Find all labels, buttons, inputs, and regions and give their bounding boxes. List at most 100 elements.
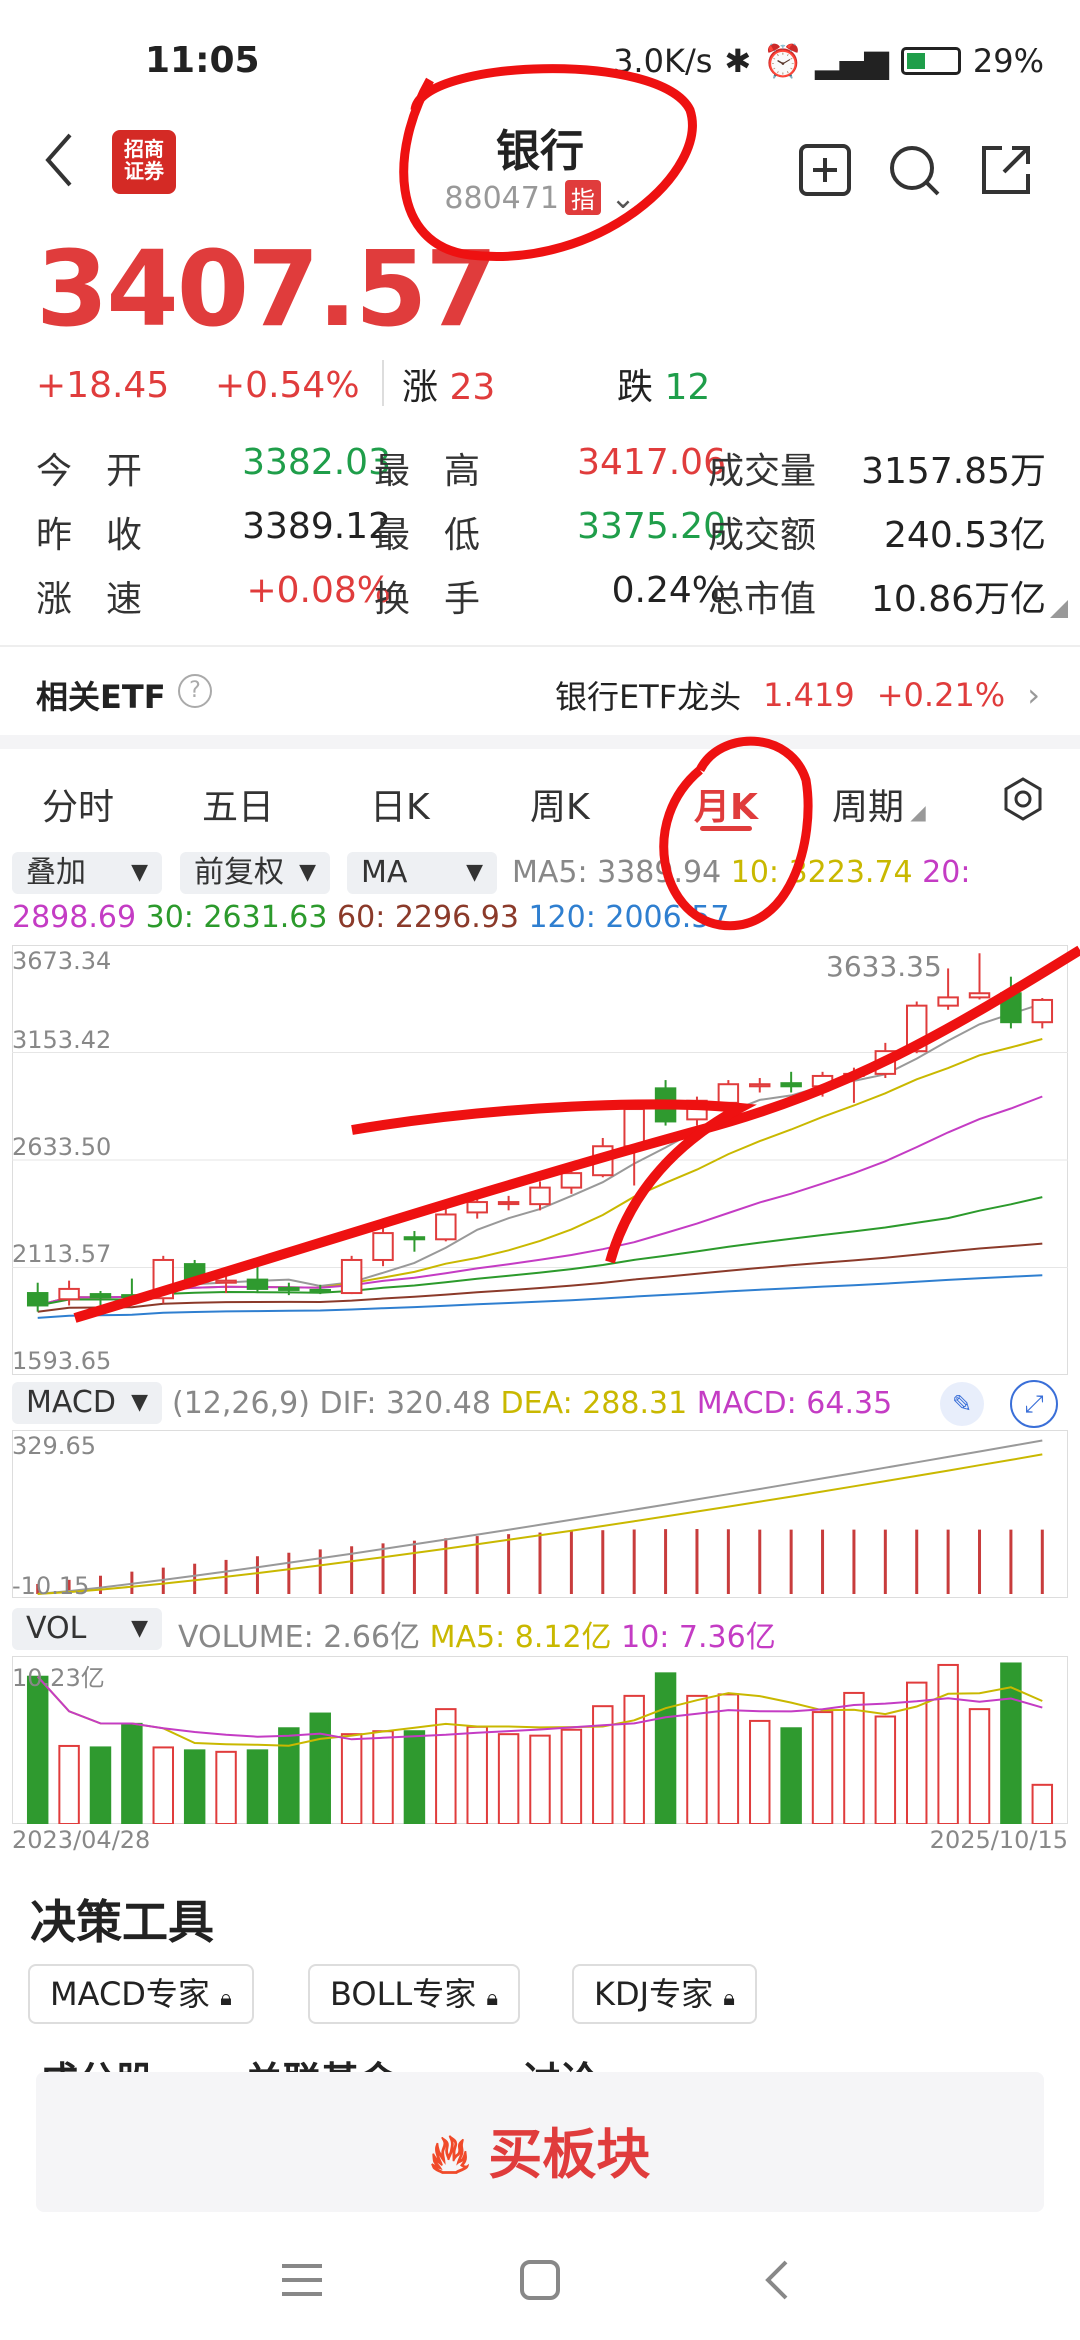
candle [686, 1096, 708, 1126]
candle-body [89, 1293, 112, 1299]
stat-value: 3389.12 [242, 506, 391, 547]
volume-bar [654, 1672, 677, 1824]
high-marker: 3633.35 [826, 950, 942, 983]
stat-value: +0.08% [246, 570, 391, 611]
decision-tools-title: 决策工具 [30, 1895, 214, 1949]
boll-expert-button[interactable]: BOLL专家 🔒︎ [308, 1964, 521, 2024]
tab-daily-k[interactable]: 日K [370, 778, 430, 830]
candle [905, 1001, 928, 1054]
candle [26, 1282, 49, 1312]
macd-expert-button[interactable]: MACD专家 🔒︎ [28, 1964, 254, 2024]
advancers-count: 23 [449, 367, 496, 408]
candle [780, 1071, 802, 1093]
stat-label: 换手 [374, 579, 515, 620]
lock-icon: 🔒︎ [723, 1986, 735, 2011]
volume-bar [372, 1730, 394, 1824]
candle [215, 1272, 237, 1294]
status-icons: 3.0K/s ✱ ⏰ ▂▄▆ 29% [613, 42, 1044, 80]
active-tab-indicator [700, 826, 752, 831]
stat-label: 今开 [36, 451, 177, 492]
macd-dropdown[interactable]: MACD ▼ [12, 1382, 162, 1424]
volume-bar [780, 1727, 802, 1824]
candle [843, 1067, 865, 1103]
candle-body [780, 1082, 802, 1088]
candle [403, 1231, 426, 1252]
ma-dropdown[interactable]: MA ▼ [347, 852, 497, 894]
tab-five-day[interactable]: 五日 [202, 778, 274, 830]
help-icon[interactable]: ? [178, 674, 212, 708]
stat-value: 3382.03 [242, 442, 391, 483]
signal-icon: ▂▄▆ [815, 42, 889, 80]
fire-icon: 🔥︎ [429, 2123, 470, 2186]
search-icon[interactable] [886, 142, 942, 198]
candle [183, 1259, 206, 1283]
edit-icon[interactable]: ✎ [940, 1382, 984, 1426]
back-nav-icon[interactable] [748, 2250, 808, 2310]
decliners: 跌 12 [617, 367, 711, 408]
adjust-dropdown[interactable]: 前复权 ▼ [180, 852, 330, 894]
etf-link[interactable]: 银行ETF龙头 1.419 +0.21% › [555, 672, 1040, 718]
etf-pct: +0.21% [876, 676, 1006, 714]
settings-icon[interactable] [1000, 776, 1046, 822]
stats-row: 今开 3382.03 最高 3417.06 成交量 3157.85万 [36, 442, 1046, 492]
tab-intraday[interactable]: 分时 [42, 778, 114, 830]
volume-bar [497, 1733, 520, 1824]
tab-monthly-k[interactable]: 月K [694, 778, 758, 830]
candle [89, 1290, 112, 1306]
volume-bar [466, 1725, 488, 1824]
overlay-dropdown[interactable]: 叠加 ▼ [12, 852, 162, 894]
macd-dif: DIF: 320.48 [319, 1386, 491, 1421]
tab-weekly-k[interactable]: 周K [530, 778, 590, 830]
candle-body [26, 1292, 49, 1307]
stat-value: 240.53亿 [884, 515, 1046, 556]
stat-label: 涨速 [36, 579, 177, 620]
divider [0, 645, 1080, 647]
candle-body [435, 1213, 457, 1241]
expand-icon[interactable]: ⤢ [1010, 1380, 1058, 1428]
macd-dea: DEA: 288.31 [500, 1386, 688, 1421]
candle-body [278, 1286, 300, 1291]
axis-label-bottom: 1593.65 [12, 1347, 112, 1375]
candle-body [937, 996, 959, 1007]
expand-corner-icon[interactable] [1050, 600, 1068, 618]
home-icon[interactable] [510, 2250, 570, 2310]
menu-icon[interactable] [272, 2250, 332, 2310]
candle-body [529, 1186, 551, 1206]
kdj-expert-button[interactable]: KDJ专家 🔒︎ [572, 1964, 757, 2024]
vol-volume: VOLUME: 2.66亿 [178, 1620, 421, 1655]
stat-label: 最低 [374, 515, 515, 556]
etf-price: 1.419 [763, 676, 855, 714]
volume-bar [874, 1715, 897, 1824]
candle [592, 1137, 614, 1178]
bluetooth-icon: ✱ [724, 42, 752, 80]
stat-value: 3417.06 [577, 442, 726, 483]
vol-dropdown[interactable]: VOL ▼ [12, 1608, 162, 1650]
stats-row: 昨收 3389.12 最低 3375.20 成交额 240.53亿 [36, 506, 1046, 556]
share-icon[interactable] [978, 142, 1034, 198]
candle-body [843, 1072, 865, 1077]
tab-period[interactable]: 周期 ◢ [832, 778, 926, 830]
add-watchlist-icon[interactable] [797, 142, 853, 198]
candle-body [1000, 992, 1022, 1024]
candle [623, 1104, 645, 1186]
ma-legend-row1: MA5: 3389.94 10: 3223.74 20: [512, 855, 970, 890]
stat-value: 10.86万亿 [870, 579, 1046, 620]
kline-chart[interactable] [12, 945, 1068, 1375]
volume-bar [215, 1750, 237, 1824]
volume-bar [968, 1708, 991, 1824]
macd-params: (12,26,9) [172, 1386, 310, 1421]
buy-sector-button[interactable]: 🔥︎ 买板块 [0, 2110, 1080, 2189]
volume-bar [278, 1727, 300, 1824]
volume-bar [937, 1663, 959, 1824]
lock-icon: 🔒︎ [486, 1986, 499, 2011]
candle [497, 1195, 520, 1211]
volume-bar [89, 1746, 112, 1824]
annotation-circle-monthly [659, 736, 813, 931]
candle [372, 1226, 394, 1267]
candle-body [121, 1294, 143, 1299]
battery-level: 29% [972, 42, 1044, 80]
stat-value: 0.24% [611, 570, 726, 611]
candle-body [874, 1050, 897, 1075]
volume-bar [183, 1749, 206, 1824]
candle [560, 1166, 583, 1194]
